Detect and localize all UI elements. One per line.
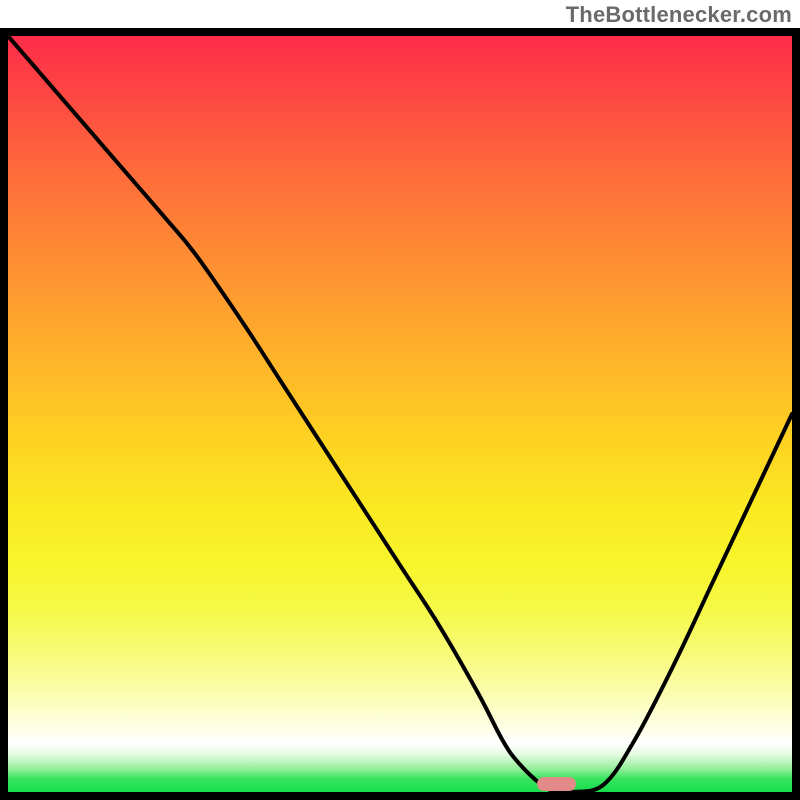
watermark-text: TheBottlenecker.com <box>566 2 792 28</box>
plot-background-gradient <box>8 36 792 792</box>
bottleneck-chart: TheBottlenecker.com <box>0 0 800 800</box>
optimal-range-marker <box>537 777 576 791</box>
